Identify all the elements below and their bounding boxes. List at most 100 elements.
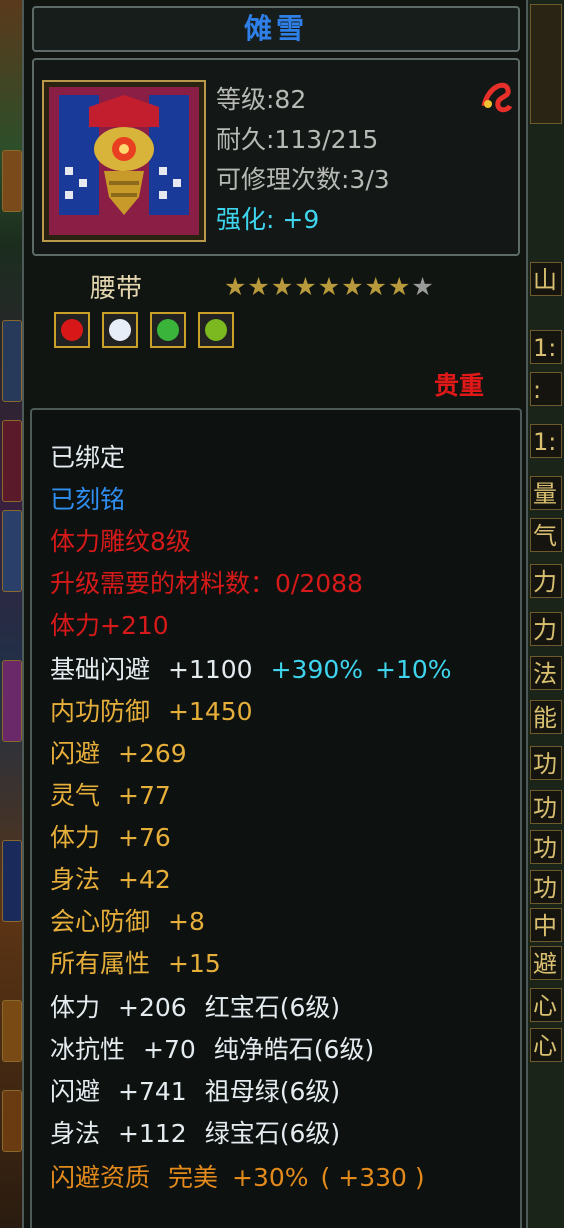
attr-base-dodge: 基础闪避 +1100 +390% +10% [50, 650, 452, 686]
side-panel-cell: 量 [530, 476, 562, 510]
side-panel-cell: 力 [530, 564, 562, 598]
attr-value: +76 [118, 823, 171, 852]
side-panel-cell: 功 [530, 870, 562, 904]
item-durability: 耐久:113/215 [216, 125, 379, 154]
side-panel-cell: 功 [530, 830, 562, 864]
attr-label: 内功防御 [50, 697, 151, 726]
right-ornament [530, 4, 562, 124]
attr-value: +70 [143, 1035, 196, 1064]
side-panel-cell: 能 [530, 700, 562, 734]
item-repair-count: 可修理次数:3/3 [216, 165, 390, 194]
quality-label: 闪避资质 [50, 1163, 151, 1192]
side-panel-cell: 法 [530, 656, 562, 690]
attr-value: +112 [118, 1119, 187, 1148]
belt-icon [49, 87, 199, 235]
attr-dodge: 闪避 +269 [50, 734, 187, 770]
attr-value: +77 [118, 781, 171, 810]
gem-name: 红宝石(6级) [204, 993, 341, 1022]
item-title-bar: 傩雪 [32, 6, 520, 52]
side-panel-cell: 心 [530, 988, 562, 1022]
left-slot [2, 1000, 22, 1062]
gem-attr-line: 体力 +206 红宝石(6级) [50, 988, 340, 1024]
gem-attr-line: 闪避 +741 祖母绿(6级) [50, 1072, 340, 1108]
attr-agility: 身法 +42 [50, 860, 171, 896]
attr-label: 闪避 [50, 1077, 101, 1106]
dragon-emblem-icon [481, 82, 513, 113]
game-background-left [0, 0, 24, 1228]
item-rarity: 贵重 [433, 371, 484, 400]
ruby-gem-icon [54, 312, 90, 348]
gem-attr-line: 冰抗性 +70 纯净皓石(6级) [50, 1030, 374, 1066]
emerald-gem-icon [150, 312, 186, 348]
star-filled-icon: ★ [317, 272, 342, 301]
side-panel-cell: 心 [530, 1028, 562, 1062]
star-filled-icon: ★ [270, 272, 295, 301]
side-panel-cell: 1: [530, 330, 562, 364]
side-panel-cell: 功 [530, 790, 562, 824]
upgrade-materials: 升级需要的材料数：0/2088 [50, 569, 363, 598]
attr-label: 基础闪避 [50, 655, 151, 684]
item-level: 等级:82 [216, 85, 307, 114]
left-slot [2, 840, 22, 922]
gem-name: 绿宝石(6级) [204, 1119, 341, 1148]
item-icon-frame [42, 80, 206, 242]
attr-value: +8 [168, 907, 205, 936]
attr-all-attributes: 所有属性 +15 [50, 944, 221, 980]
left-slot [2, 150, 22, 212]
gem-attr-line: 身法 +112 绿宝石(6级) [50, 1114, 340, 1150]
quality-grade: 完美 [168, 1163, 219, 1192]
attr-bonus-percent: +10% [375, 655, 452, 684]
side-panel-cell: 避 [530, 946, 562, 980]
attr-label: 身法 [50, 865, 101, 894]
attr-label: 灵气 [50, 781, 101, 810]
side-panel-cell: 山 [530, 262, 562, 296]
attr-label: 身法 [50, 1119, 101, 1148]
green-gem-icon [198, 312, 234, 348]
carving-bonus: 体力+210 [50, 611, 169, 640]
attribute-list: 已绑定 已刻铭 体力雕纹8级 升级需要的材料数：0/2088 体力+210 基础… [30, 408, 522, 1228]
item-enhance-level: 强化: +9 [216, 205, 320, 234]
attr-label: 闪避 [50, 739, 101, 768]
attr-value: +42 [118, 865, 171, 894]
attr-inner-defense: 内功防御 +1450 [50, 692, 253, 728]
side-panel-cell: 气 [530, 518, 562, 552]
attr-value: +15 [168, 949, 221, 978]
star-empty-icon: ★ [411, 272, 435, 301]
attr-value: +741 [118, 1077, 187, 1106]
item-type-label: 腰带 [90, 274, 143, 304]
crystal-gem-icon [102, 312, 138, 348]
star-rating: ★★★★★★★★★ [224, 272, 435, 301]
left-slot [2, 320, 22, 402]
attr-quality: 闪避资质 完美 +30% ( +330 ) [50, 1158, 425, 1194]
attr-label: 体力 [50, 823, 101, 852]
attr-label: 体力 [50, 993, 101, 1022]
attr-value: +1450 [168, 697, 253, 726]
star-filled-icon: ★ [247, 272, 271, 301]
gem-name: 纯净皓石(6级) [213, 1035, 375, 1064]
attr-value: +1100 [168, 655, 253, 684]
star-filled-icon: ★ [364, 272, 388, 301]
star-filled-icon: ★ [224, 272, 248, 301]
attr-value: +269 [118, 739, 187, 768]
side-panel-cell: 力 [530, 612, 562, 646]
bound-status: 已绑定 [50, 443, 126, 472]
attr-stamina: 体力 +76 [50, 818, 171, 854]
quality-value: +30% [232, 1163, 309, 1192]
attr-crit-defense: 会心防御 +8 [50, 902, 205, 938]
attr-spirit: 灵气 +77 [50, 776, 171, 812]
side-panel-cell: 1: [530, 424, 562, 458]
star-filled-icon: ★ [387, 272, 412, 301]
attr-bonus-percent: +390% [270, 655, 364, 684]
attr-label: 会心防御 [50, 907, 151, 936]
star-filled-icon: ★ [294, 272, 318, 301]
left-slot [2, 510, 22, 592]
left-slot [2, 420, 22, 502]
quality-extra: ( +330 ) [320, 1163, 425, 1192]
side-panel-cell: : [530, 372, 562, 406]
left-slot [2, 1090, 22, 1152]
gem-name: 祖母绿(6级) [204, 1077, 341, 1106]
engraved-status: 已刻铭 [50, 485, 126, 514]
item-tooltip: 傩雪 等级:82 耐久:113/215 可修理次数:3/3 强化: +9 腰带 … [22, 0, 528, 1228]
side-panel-cell: 功 [530, 746, 562, 780]
side-panel-cell: 中 [530, 908, 562, 942]
